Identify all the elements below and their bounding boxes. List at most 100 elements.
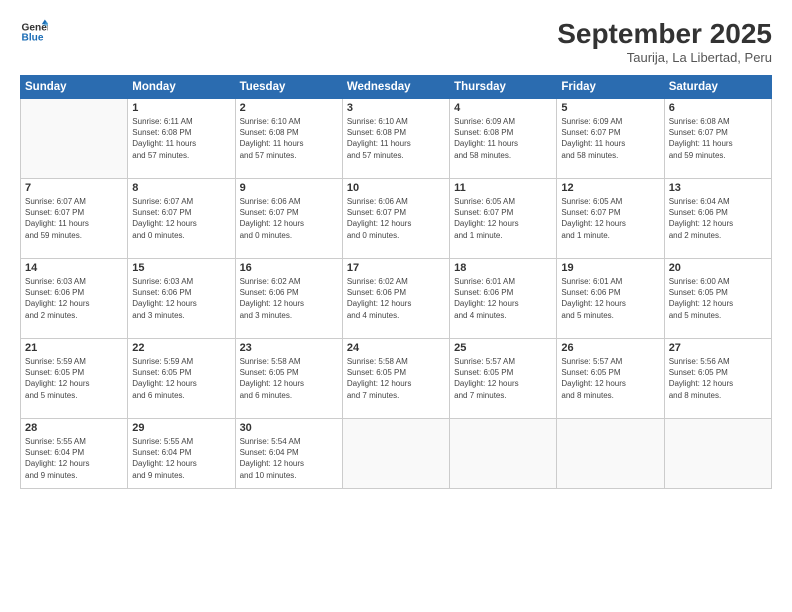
- day-number: 11: [454, 182, 552, 194]
- day-info: Sunrise: 6:01 AM Sunset: 6:06 PM Dayligh…: [561, 276, 659, 321]
- day-info: Sunrise: 6:09 AM Sunset: 6:07 PM Dayligh…: [561, 116, 659, 161]
- day-cell: 17 Sunrise: 6:02 AM Sunset: 6:06 PM Dayli…: [342, 259, 449, 339]
- day-info: Sunrise: 6:08 AM Sunset: 6:07 PM Dayligh…: [669, 116, 767, 161]
- day-number: 1: [132, 102, 230, 114]
- day-number: 18: [454, 262, 552, 274]
- day-cell: 21 Sunrise: 5:59 AM Sunset: 6:05 PM Dayli…: [21, 339, 128, 419]
- day-cell: 2Sunrise: 6:10 AM Sunset: 6:08 PM Daylig…: [235, 99, 342, 179]
- day-cell: [450, 419, 557, 489]
- week-row-5: 28 Sunrise: 5:55 AM Sunset: 6:04 PM Dayli…: [21, 419, 772, 489]
- logo-icon: General Blue: [20, 18, 48, 46]
- day-number: 21: [25, 342, 123, 354]
- day-info: Sunrise: 6:04 AM Sunset: 6:06 PM Dayligh…: [669, 196, 767, 241]
- day-info: Sunrise: 5:55 AM Sunset: 6:04 PM Dayligh…: [25, 436, 123, 481]
- day-number: 2: [240, 102, 338, 114]
- day-cell: 24Sunrise: 5:58 AM Sunset: 6:05 PM Dayli…: [342, 339, 449, 419]
- day-number: 8: [132, 182, 230, 194]
- day-cell: 5 Sunrise: 6:09 AM Sunset: 6:07 PM Daylig…: [557, 99, 664, 179]
- col-header-wednesday: Wednesday: [342, 76, 449, 99]
- day-info: Sunrise: 5:57 AM Sunset: 6:05 PM Dayligh…: [454, 356, 552, 401]
- col-header-friday: Friday: [557, 76, 664, 99]
- day-cell: [342, 419, 449, 489]
- calendar-table: SundayMondayTuesdayWednesdayThursdayFrid…: [20, 75, 772, 489]
- col-header-saturday: Saturday: [664, 76, 771, 99]
- day-number: 23: [240, 342, 338, 354]
- day-number: 29: [132, 422, 230, 434]
- day-cell: 15Sunrise: 6:03 AM Sunset: 6:06 PM Dayli…: [128, 259, 235, 339]
- day-info: Sunrise: 6:00 AM Sunset: 6:05 PM Dayligh…: [669, 276, 767, 321]
- day-info: Sunrise: 5:58 AM Sunset: 6:05 PM Dayligh…: [347, 356, 445, 401]
- day-number: 16: [240, 262, 338, 274]
- day-cell: 12 Sunrise: 6:05 AM Sunset: 6:07 PM Dayli…: [557, 179, 664, 259]
- week-row-4: 21 Sunrise: 5:59 AM Sunset: 6:05 PM Dayli…: [21, 339, 772, 419]
- week-row-1: 1 Sunrise: 6:11 AM Sunset: 6:08 PM Daylig…: [21, 99, 772, 179]
- day-number: 17: [347, 262, 445, 274]
- day-cell: 25Sunrise: 5:57 AM Sunset: 6:05 PM Dayli…: [450, 339, 557, 419]
- week-row-2: 7Sunrise: 6:07 AM Sunset: 6:07 PM Daylig…: [21, 179, 772, 259]
- day-cell: 3Sunrise: 6:10 AM Sunset: 6:08 PM Daylig…: [342, 99, 449, 179]
- day-cell: 16 Sunrise: 6:02 AM Sunset: 6:06 PM Dayli…: [235, 259, 342, 339]
- day-info: Sunrise: 5:59 AM Sunset: 6:05 PM Dayligh…: [132, 356, 230, 401]
- day-info: Sunrise: 6:09 AM Sunset: 6:08 PM Dayligh…: [454, 116, 552, 161]
- day-info: Sunrise: 5:56 AM Sunset: 6:05 PM Dayligh…: [669, 356, 767, 401]
- page: General Blue September 2025 Taurija, La …: [0, 0, 792, 612]
- day-info: Sunrise: 6:07 AM Sunset: 6:07 PM Dayligh…: [25, 196, 123, 241]
- day-info: Sunrise: 6:11 AM Sunset: 6:08 PM Dayligh…: [132, 116, 230, 161]
- day-cell: 30 Sunrise: 5:54 AM Sunset: 6:04 PM Dayli…: [235, 419, 342, 489]
- day-number: 15: [132, 262, 230, 274]
- day-info: Sunrise: 6:02 AM Sunset: 6:06 PM Dayligh…: [240, 276, 338, 321]
- day-cell: [557, 419, 664, 489]
- day-cell: 6 Sunrise: 6:08 AM Sunset: 6:07 PM Daylig…: [664, 99, 771, 179]
- day-number: 28: [25, 422, 123, 434]
- day-cell: 23 Sunrise: 5:58 AM Sunset: 6:05 PM Dayli…: [235, 339, 342, 419]
- day-cell: 11 Sunrise: 6:05 AM Sunset: 6:07 PM Dayli…: [450, 179, 557, 259]
- day-number: 10: [347, 182, 445, 194]
- day-info: Sunrise: 6:06 AM Sunset: 6:07 PM Dayligh…: [347, 196, 445, 241]
- day-cell: 8Sunrise: 6:07 AM Sunset: 6:07 PM Daylig…: [128, 179, 235, 259]
- col-header-tuesday: Tuesday: [235, 76, 342, 99]
- day-cell: 18 Sunrise: 6:01 AM Sunset: 6:06 PM Dayli…: [450, 259, 557, 339]
- day-number: 13: [669, 182, 767, 194]
- day-info: Sunrise: 6:02 AM Sunset: 6:06 PM Dayligh…: [347, 276, 445, 321]
- day-info: Sunrise: 5:57 AM Sunset: 6:05 PM Dayligh…: [561, 356, 659, 401]
- header-row: SundayMondayTuesdayWednesdayThursdayFrid…: [21, 76, 772, 99]
- day-cell: 28 Sunrise: 5:55 AM Sunset: 6:04 PM Dayli…: [21, 419, 128, 489]
- day-number: 5: [561, 102, 659, 114]
- day-info: Sunrise: 5:59 AM Sunset: 6:05 PM Dayligh…: [25, 356, 123, 401]
- day-info: Sunrise: 6:05 AM Sunset: 6:07 PM Dayligh…: [561, 196, 659, 241]
- day-info: Sunrise: 6:06 AM Sunset: 6:07 PM Dayligh…: [240, 196, 338, 241]
- day-info: Sunrise: 6:10 AM Sunset: 6:08 PM Dayligh…: [347, 116, 445, 161]
- day-info: Sunrise: 5:58 AM Sunset: 6:05 PM Dayligh…: [240, 356, 338, 401]
- day-cell: 27 Sunrise: 5:56 AM Sunset: 6:05 PM Dayli…: [664, 339, 771, 419]
- col-header-thursday: Thursday: [450, 76, 557, 99]
- day-cell: [664, 419, 771, 489]
- logo: General Blue: [20, 18, 48, 46]
- col-header-monday: Monday: [128, 76, 235, 99]
- day-cell: 19 Sunrise: 6:01 AM Sunset: 6:06 PM Dayli…: [557, 259, 664, 339]
- day-number: 19: [561, 262, 659, 274]
- day-cell: [21, 99, 128, 179]
- day-cell: 7Sunrise: 6:07 AM Sunset: 6:07 PM Daylig…: [21, 179, 128, 259]
- day-number: 14: [25, 262, 123, 274]
- title-block: September 2025 Taurija, La Libertad, Per…: [557, 18, 772, 65]
- day-cell: 10 Sunrise: 6:06 AM Sunset: 6:07 PM Dayli…: [342, 179, 449, 259]
- day-number: 22: [132, 342, 230, 354]
- day-info: Sunrise: 6:05 AM Sunset: 6:07 PM Dayligh…: [454, 196, 552, 241]
- week-row-3: 14 Sunrise: 6:03 AM Sunset: 6:06 PM Dayli…: [21, 259, 772, 339]
- day-cell: 4 Sunrise: 6:09 AM Sunset: 6:08 PM Daylig…: [450, 99, 557, 179]
- day-number: 9: [240, 182, 338, 194]
- day-info: Sunrise: 5:54 AM Sunset: 6:04 PM Dayligh…: [240, 436, 338, 481]
- location-subtitle: Taurija, La Libertad, Peru: [557, 50, 772, 65]
- col-header-sunday: Sunday: [21, 76, 128, 99]
- day-info: Sunrise: 6:03 AM Sunset: 6:06 PM Dayligh…: [25, 276, 123, 321]
- day-number: 4: [454, 102, 552, 114]
- day-cell: 9 Sunrise: 6:06 AM Sunset: 6:07 PM Daylig…: [235, 179, 342, 259]
- day-number: 30: [240, 422, 338, 434]
- day-number: 27: [669, 342, 767, 354]
- day-number: 20: [669, 262, 767, 274]
- day-number: 6: [669, 102, 767, 114]
- day-number: 12: [561, 182, 659, 194]
- day-cell: 14 Sunrise: 6:03 AM Sunset: 6:06 PM Dayli…: [21, 259, 128, 339]
- day-info: Sunrise: 6:01 AM Sunset: 6:06 PM Dayligh…: [454, 276, 552, 321]
- day-cell: 20 Sunrise: 6:00 AM Sunset: 6:05 PM Dayli…: [664, 259, 771, 339]
